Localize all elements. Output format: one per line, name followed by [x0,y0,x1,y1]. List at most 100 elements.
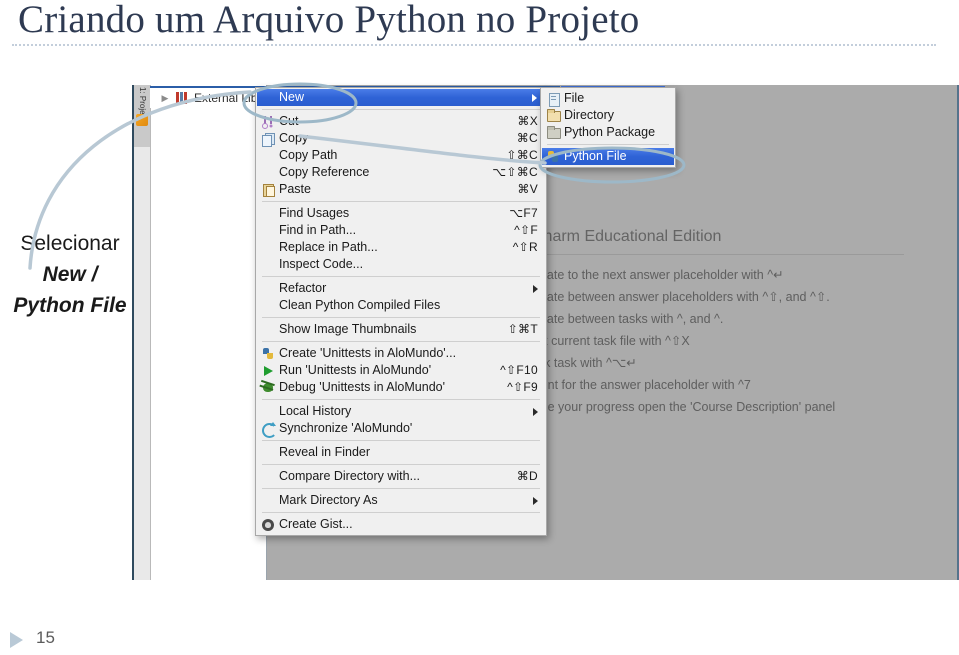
menu-item-shortcut: ⌥F7 [509,206,538,220]
help-title: yCharm Educational Edition [524,228,722,245]
menu-separator [262,317,540,318]
submenu-arrow-icon [533,284,538,293]
menu-icon-placeholder [260,470,276,484]
menu-icon-placeholder [260,323,276,337]
submenu-item-label: File [564,91,585,105]
menu-item-refactor[interactable]: Refactor [256,280,546,297]
menu-item-label: Local History [279,404,352,418]
external-libraries-icon [176,92,188,104]
menu-item-create-gist[interactable]: Create Gist... [256,516,546,533]
help-line: avigate to the next answer placeholder w… [524,268,784,282]
editor-help-text: yCharm Educational Edition avigate to th… [524,228,959,418]
menu-separator [262,512,540,513]
help-line: et hint for the answer placeholder with … [524,378,751,392]
title-divider [12,44,936,46]
chevron-right-icon[interactable]: ▶ [158,88,172,108]
python-icon [260,347,276,361]
annotation-caption: Selecionar New / Python File [0,228,140,321]
menu-item-label: Clean Python Compiled Files [279,298,441,312]
menu-item-debug-unittests[interactable]: Debug 'Unittests in AloMundo' ^⇧F9 [256,379,546,396]
menu-item-label: Find Usages [279,206,350,220]
submenu-separator [547,144,669,145]
submenu-item-label: Directory [564,108,615,122]
menu-item-shortcut: ^⇧R [512,240,538,254]
help-line: o see your progress open the 'Course Des… [524,400,836,414]
menu-icon-placeholder [260,207,276,221]
slide-bullet-icon [10,632,23,648]
submenu-item-directory[interactable]: Directory [541,107,675,124]
menu-item-find-in-path[interactable]: Find in Path... ^⇧F [256,222,546,239]
menu-item-shortcut: ⌘D [516,469,538,483]
menu-icon-placeholder [260,241,276,255]
menu-separator [262,399,540,400]
menu-item-replace-in-path[interactable]: Replace in Path... ^⇧R [256,239,546,256]
python-package-icon [545,125,561,140]
menu-item-label: Replace in Path... [279,240,378,254]
menu-item-copy-path[interactable]: Copy Path ⇧⌘C [256,147,546,164]
menu-item-label: Refactor [279,281,327,295]
menu-item-label: Copy Path [279,148,338,162]
submenu-arrow-icon [533,407,538,416]
copy-icon [260,132,276,147]
paste-icon [260,183,276,197]
help-line: heck task with ^⌥↵ [524,356,637,370]
menu-item-cut[interactable]: Cut ⌘X [256,113,546,130]
menu-item-label: Debug 'Unittests in AloMundo' [279,380,445,394]
menu-item-paste[interactable]: Paste ⌘V [256,181,546,198]
panel-divider [132,85,134,580]
menu-item-local-history[interactable]: Local History [256,403,546,420]
menu-item-shortcut: ⌘V [517,182,538,196]
sync-icon [260,421,277,438]
menu-icon-placeholder [260,494,276,508]
menu-item-mark-directory-as[interactable]: Mark Directory As [256,492,546,509]
menu-icon-placeholder [260,405,276,419]
menu-item-reveal-in-finder[interactable]: Reveal in Finder [256,444,546,461]
menu-icon-placeholder [260,91,276,105]
menu-item-label: Reveal in Finder [279,445,371,459]
menu-item-copy[interactable]: Copy ⌘C [256,130,546,147]
screenshot-region: yCharm Educational Edition avigate to th… [124,80,959,580]
menu-separator [262,201,540,202]
menu-item-shortcut: ^⇧F9 [507,380,538,394]
gist-icon [260,518,276,532]
caption-line-1: Selecionar [20,232,120,255]
menu-item-synchronize[interactable]: Synchronize 'AloMundo' [256,420,546,438]
menu-icon-placeholder [260,299,276,313]
menu-item-clean-python-compiled-files[interactable]: Clean Python Compiled Files [256,297,546,314]
menu-separator [262,464,540,465]
tool-window-strip [134,85,151,580]
menu-icon-placeholder [260,149,276,163]
menu-item-label: New [279,90,305,104]
new-submenu[interactable]: File Directory Python Package Python Fil… [540,87,676,168]
submenu-item-python-package[interactable]: Python Package [541,124,675,141]
menu-icon-placeholder [260,166,276,180]
menu-item-copy-reference[interactable]: Copy Reference ⌥⇧⌘C [256,164,546,181]
menu-item-label: Run 'Unittests in AloMundo' [279,363,432,377]
menu-item-shortcut: ⇧⌘C [506,148,538,162]
debug-icon [260,381,276,395]
menu-icon-placeholder [260,224,276,238]
menu-item-run-unittests[interactable]: Run 'Unittests in AloMundo' ^⇧F10 [256,362,546,379]
menu-separator [262,276,540,277]
menu-item-find-usages[interactable]: Find Usages ⌥F7 [256,205,546,222]
directory-icon [545,108,561,123]
context-menu[interactable]: New Cut ⌘X Copy ⌘C Copy Path ⇧⌘C Copy Re… [255,87,547,536]
submenu-item-file[interactable]: File [541,90,675,107]
menu-item-shortcut: ⇧⌘T [507,322,538,336]
menu-item-new[interactable]: New [257,89,545,106]
menu-item-inspect-code[interactable]: Inspect Code... [256,256,546,273]
python-file-icon [545,150,561,164]
menu-item-shortcut: ^⇧F10 [500,363,538,377]
menu-item-label: Inspect Code... [279,257,364,271]
menu-item-shortcut: ⌥⇧⌘C [492,165,538,179]
menu-item-label: Cut [279,114,299,128]
menu-item-create-unittests[interactable]: Create 'Unittests in AloMundo'... [256,345,546,362]
menu-icon-placeholder [260,282,276,296]
submenu-item-python-file[interactable]: Python File [542,148,674,165]
menu-item-label: Paste [279,182,311,196]
menu-item-show-image-thumbnails[interactable]: Show Image Thumbnails ⇧⌘T [256,321,546,338]
menu-item-compare-directory[interactable]: Compare Directory with... ⌘D [256,468,546,485]
caption-line-3: Python File [13,294,127,317]
caption-line-2: New / [42,263,98,286]
menu-item-label: Show Image Thumbnails [279,322,417,336]
